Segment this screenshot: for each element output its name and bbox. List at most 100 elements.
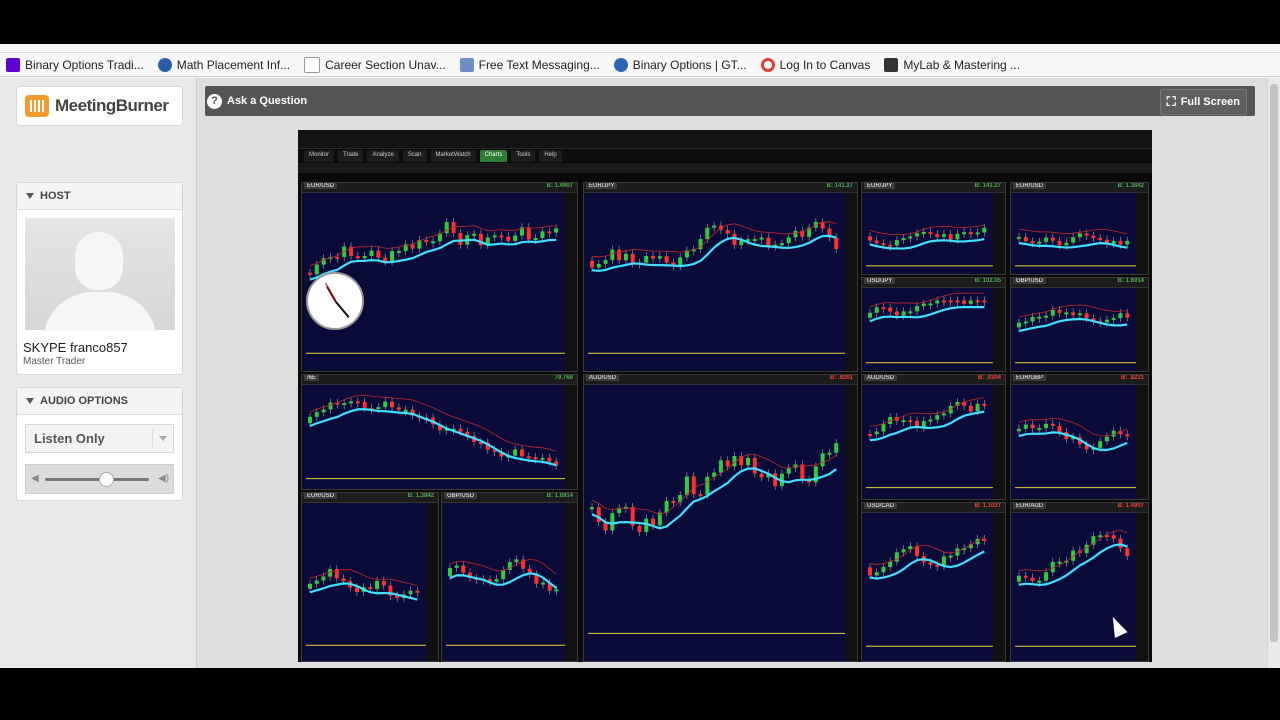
chart-bid: B: 1.1027 [974, 503, 1001, 509]
bookmark-2[interactable]: Math Placement Inf... [157, 57, 290, 72]
candle [1023, 424, 1028, 429]
platform-tab-tools[interactable]: Tools [511, 150, 536, 162]
candle [894, 552, 899, 562]
platform-tab-trade[interactable]: Trade [338, 150, 364, 162]
candle [375, 580, 380, 589]
chart-plot [446, 503, 577, 661]
question-icon: ? [207, 93, 222, 109]
chart-header: /6E 79.768 [302, 375, 577, 385]
candle [554, 228, 559, 233]
candle [908, 420, 913, 423]
chart-panel[interactable]: EUR/USD B: 1.3842 [301, 492, 439, 662]
candle [390, 401, 395, 408]
chart-symbol[interactable]: AUD/USD [586, 375, 620, 381]
bookmark-6[interactable]: Log In to Canvas [760, 57, 870, 72]
chart-header: AUD/USD B: .9304 [862, 375, 1005, 385]
candle [454, 565, 459, 568]
chart-symbol[interactable]: EUR/GBP [1013, 375, 1047, 381]
chart-header: EUR/JPY B: 141.27 [862, 183, 1005, 193]
address-bar[interactable] [0, 44, 1280, 53]
chart-panel[interactable]: EUR/AUD B: 1.4907 [1010, 502, 1149, 662]
ask-question-button[interactable]: ? Ask a Question [207, 90, 307, 112]
candle [1098, 441, 1103, 448]
candle [982, 403, 987, 406]
bookmark-7[interactable]: MyLab & Mastering ... [884, 57, 1020, 72]
candle [908, 311, 913, 314]
chart-panel[interactable]: EUR/USD B: 1.3842 [1010, 182, 1149, 275]
candle [321, 576, 326, 581]
chart-panel[interactable]: GBP/USD B: 1.6914 [441, 492, 578, 662]
candle [820, 453, 825, 467]
candle [408, 590, 413, 595]
audio-mode-select[interactable]: Listen Only [25, 424, 174, 453]
chart-symbol[interactable]: EUR/USD [1013, 183, 1047, 189]
page-scrollbar[interactable] [1267, 78, 1280, 668]
fullscreen-button[interactable]: ⛶ Full Screen [1159, 89, 1247, 115]
chart-symbol[interactable]: EUR/JPY [864, 183, 896, 189]
candle [1125, 548, 1130, 557]
logo-icon [25, 95, 49, 117]
chart-panel[interactable]: EUR/JPY B: 141.27 [583, 182, 858, 372]
chart-symbol[interactable]: AUD/USD [864, 375, 898, 381]
chart-symbol[interactable]: EUR/AUD [1013, 503, 1047, 509]
candle [928, 562, 933, 565]
candle [786, 237, 791, 244]
chart-symbol[interactable]: GBP/USD [444, 493, 478, 499]
candle [514, 559, 519, 563]
bookmark-4[interactable]: Free Text Messaging... [459, 57, 600, 72]
platform-tab-marketwatch[interactable]: MarketWatch [430, 150, 476, 162]
bookmark-3[interactable]: Career Section Unav... [304, 56, 446, 73]
candle [773, 473, 778, 487]
candle [499, 235, 504, 238]
scroll-thumb[interactable] [1270, 84, 1278, 642]
candle [369, 250, 374, 257]
chart-panel[interactable]: EUR/JPY B: 141.27 [861, 182, 1006, 275]
candle [868, 434, 872, 437]
audio-header[interactable]: AUDIO OPTIONS [17, 388, 182, 415]
chart-panel[interactable]: USD/CAD B: 1.1027 [861, 502, 1006, 662]
chart-symbol[interactable]: GBP/USD [1013, 278, 1047, 284]
candle [308, 272, 312, 275]
platform-tab-help[interactable]: Help [539, 150, 562, 162]
candle [610, 513, 615, 531]
bookmark-5[interactable]: Binary Options | GT... [613, 57, 747, 72]
platform-tab-charts[interactable]: Charts [479, 150, 508, 162]
candle [1104, 319, 1109, 323]
platform-tab-scan[interactable]: Scan [402, 150, 427, 162]
chart-panel[interactable]: AUD/USD B: .9304 [861, 374, 1006, 500]
candle [335, 256, 340, 259]
candle [834, 443, 839, 453]
candle [376, 407, 381, 410]
candle [874, 240, 879, 244]
candle [1125, 240, 1130, 245]
chart-symbol[interactable]: EUR/JPY [586, 183, 618, 189]
candle [1023, 575, 1028, 578]
volume-slider[interactable]: ◀ ◀) [25, 464, 174, 494]
chart-panel[interactable]: EUR/GBP B: .8231 [1010, 374, 1149, 500]
candle [941, 413, 946, 416]
chart-header: AUD/USD B: .9201 [584, 375, 857, 385]
chart-symbol[interactable]: USD/CAD [864, 503, 898, 509]
chart-header: EUR/GBP B: .8231 [1011, 375, 1148, 385]
candle [874, 431, 879, 435]
chart-symbol[interactable]: USD/JPY [864, 278, 896, 284]
candle [1057, 240, 1062, 246]
platform-tab-monitor[interactable]: Monitor [304, 150, 335, 162]
chart-panel[interactable]: USD/JPY B: 102.05 [861, 277, 1006, 372]
host-header[interactable]: HOST [17, 183, 182, 210]
chart-symbol[interactable]: EUR/USD [304, 493, 338, 499]
candle [982, 227, 987, 233]
candle [308, 416, 312, 424]
platform-tab-analyze[interactable]: Analyze [367, 150, 399, 162]
volume-handle[interactable] [99, 472, 115, 487]
chart-bid: B: 1.6914 [1117, 278, 1144, 284]
chart-panel[interactable]: GBP/USD B: 1.6914 [1010, 277, 1149, 372]
chart-panel[interactable]: AUD/USD B: .9201 [583, 374, 858, 662]
chart-symbol[interactable]: EUR/USD [304, 183, 338, 189]
chart-symbol[interactable]: /6E [304, 375, 320, 381]
chart-header: EUR/JPY B: 141.27 [584, 183, 857, 193]
bookmark-1[interactable]: Binary Options Tradi... [6, 57, 144, 72]
candle [1125, 313, 1130, 318]
candle [362, 256, 367, 259]
chart-panel[interactable]: /6E 79.768 [301, 374, 578, 490]
